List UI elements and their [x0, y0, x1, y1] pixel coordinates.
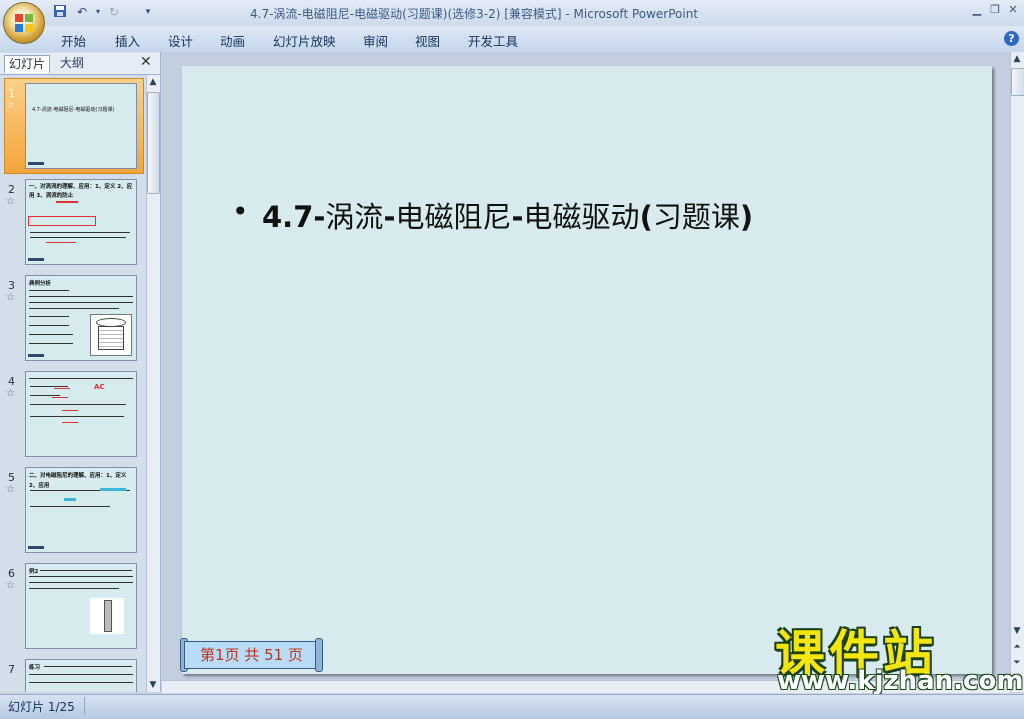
scroll-banner-right	[315, 638, 323, 672]
thumbnail-text: 典例分析	[29, 281, 52, 287]
thumbnail-scroll-thumb[interactable]	[147, 92, 160, 194]
thumbnail-text: 4.7-涡流-电磁阻尼-电磁驱动(习题课)	[32, 107, 115, 113]
thumbnail-text: 练习	[29, 665, 41, 671]
window-title: 4.7-涡流-电磁阻尼-电磁驱动(习题课)(选修3-2) [兼容模式] - Mi…	[250, 7, 699, 21]
slide-thumbnail-6[interactable]: 例2	[25, 563, 137, 649]
minimize-button[interactable]: ▁	[968, 3, 986, 17]
tab-view[interactable]: 视图	[415, 31, 440, 50]
animation-star-icon: ☆	[6, 580, 15, 591]
scroll-down-icon[interactable]: ▼	[1010, 626, 1024, 636]
redo-icon[interactable]: ↻	[106, 4, 122, 20]
page-counter-banner: 第1页 共 51 页	[184, 641, 321, 669]
tab-insert[interactable]: 插入	[115, 31, 140, 50]
title-part-2: 电磁阻尼	[395, 200, 512, 234]
title-part-4: 习题课	[652, 200, 740, 234]
slide-thumbnail-2[interactable]: 一、对涡流的理解、应用：1、定义 2、应用 3、涡流的防止	[25, 179, 137, 265]
undo-dropdown-icon[interactable]: ▾	[90, 4, 106, 20]
tab-slideshow[interactable]: 幻灯片放映	[273, 31, 336, 50]
tab-review[interactable]: 审阅	[363, 31, 388, 50]
scroll-up-icon[interactable]: ▲	[146, 77, 160, 87]
customize-qat-icon[interactable]: ▾	[140, 4, 156, 20]
tab-animation[interactable]: 动画	[220, 31, 245, 50]
thumbnail-number: 2	[8, 183, 15, 196]
close-window-button[interactable]: ✕	[1004, 3, 1022, 17]
slide-thumbnail-4[interactable]: AC	[25, 371, 137, 457]
watermark-url: www.kjzhan.com	[777, 666, 1024, 696]
thumbnail-number: 7	[8, 663, 15, 676]
thumbnail-text: 例2	[29, 569, 39, 575]
title-paren-close: )	[739, 200, 754, 234]
animation-star-icon: ☆	[6, 100, 15, 111]
title-prefix: 4.7-	[262, 200, 326, 234]
thumbnail-number: 6	[8, 567, 15, 580]
tab-home[interactable]: 开始	[61, 31, 86, 50]
title-paren-open: (	[639, 200, 653, 234]
scroll-up-icon[interactable]: ▲	[1010, 54, 1024, 64]
thumbnail-number: 3	[8, 279, 15, 292]
animation-star-icon: ☆	[6, 388, 15, 399]
slide-scroll-thumb[interactable]	[1011, 68, 1024, 96]
tab-design[interactable]: 设计	[168, 31, 193, 50]
slide-thumbnail-5[interactable]: 二、对电磁阻尼的理解、应用：1、定义 2、应用	[25, 467, 137, 553]
title-dash-1: -	[383, 200, 396, 234]
office-button[interactable]	[3, 2, 45, 44]
status-divider	[84, 697, 85, 715]
animation-star-icon: ☆	[6, 484, 15, 495]
thumbnail-number: 5	[8, 471, 15, 484]
tab-slides[interactable]: 幻灯片	[4, 55, 51, 73]
thumbnail-number: 4	[8, 375, 15, 388]
title-dash-2: -	[511, 200, 524, 234]
slide-thumbnail-1[interactable]: 4.7-涡流-电磁阻尼-电磁驱动(习题课)	[25, 83, 137, 169]
save-icon[interactable]	[52, 4, 68, 20]
thumbnail-text: 一、对涡流的理解、应用：1、定义 2、应用 3、涡流的防止	[29, 184, 133, 199]
status-bar	[0, 694, 1024, 719]
bullet-marker: •	[232, 195, 249, 228]
slide-thumbnail-3[interactable]: 典例分析	[25, 275, 137, 361]
close-panel-icon[interactable]: ✕	[140, 54, 152, 70]
title-part-1: 涡流	[325, 200, 384, 234]
tab-outline[interactable]: 大纲	[56, 55, 88, 72]
animation-star-icon: ☆	[6, 292, 15, 303]
office-logo-icon	[15, 14, 33, 32]
title-part-3: 电磁驱动	[523, 200, 640, 234]
thumbnail-list[interactable]: 1 ☆ 4.7-涡流-电磁阻尼-电磁驱动(习题课) 2 ☆ 一、对涡流的理解、应…	[0, 75, 146, 692]
slide-scrollbar[interactable]	[1010, 52, 1024, 692]
thumbnail-text: AC	[94, 383, 105, 391]
slide-thumbnail-7[interactable]: 练习	[25, 659, 137, 692]
thumbnail-number: 1	[8, 87, 15, 100]
tab-developer[interactable]: 开发工具	[468, 31, 518, 50]
help-icon[interactable]: ?	[1004, 31, 1019, 46]
previous-slide-icon[interactable]: ⏶	[1010, 642, 1024, 652]
slide-canvas[interactable]	[182, 66, 992, 674]
slide-indicator: 幻灯片 1/25	[8, 700, 75, 714]
animation-star-icon: ☆	[6, 196, 15, 207]
slide-title[interactable]: 4.7-涡流-电磁阻尼-电磁驱动(习题课)	[262, 194, 753, 236]
scroll-down-icon[interactable]: ▼	[146, 680, 160, 690]
restore-button[interactable]: ❐	[986, 3, 1004, 17]
undo-icon[interactable]: ↶	[74, 4, 90, 20]
